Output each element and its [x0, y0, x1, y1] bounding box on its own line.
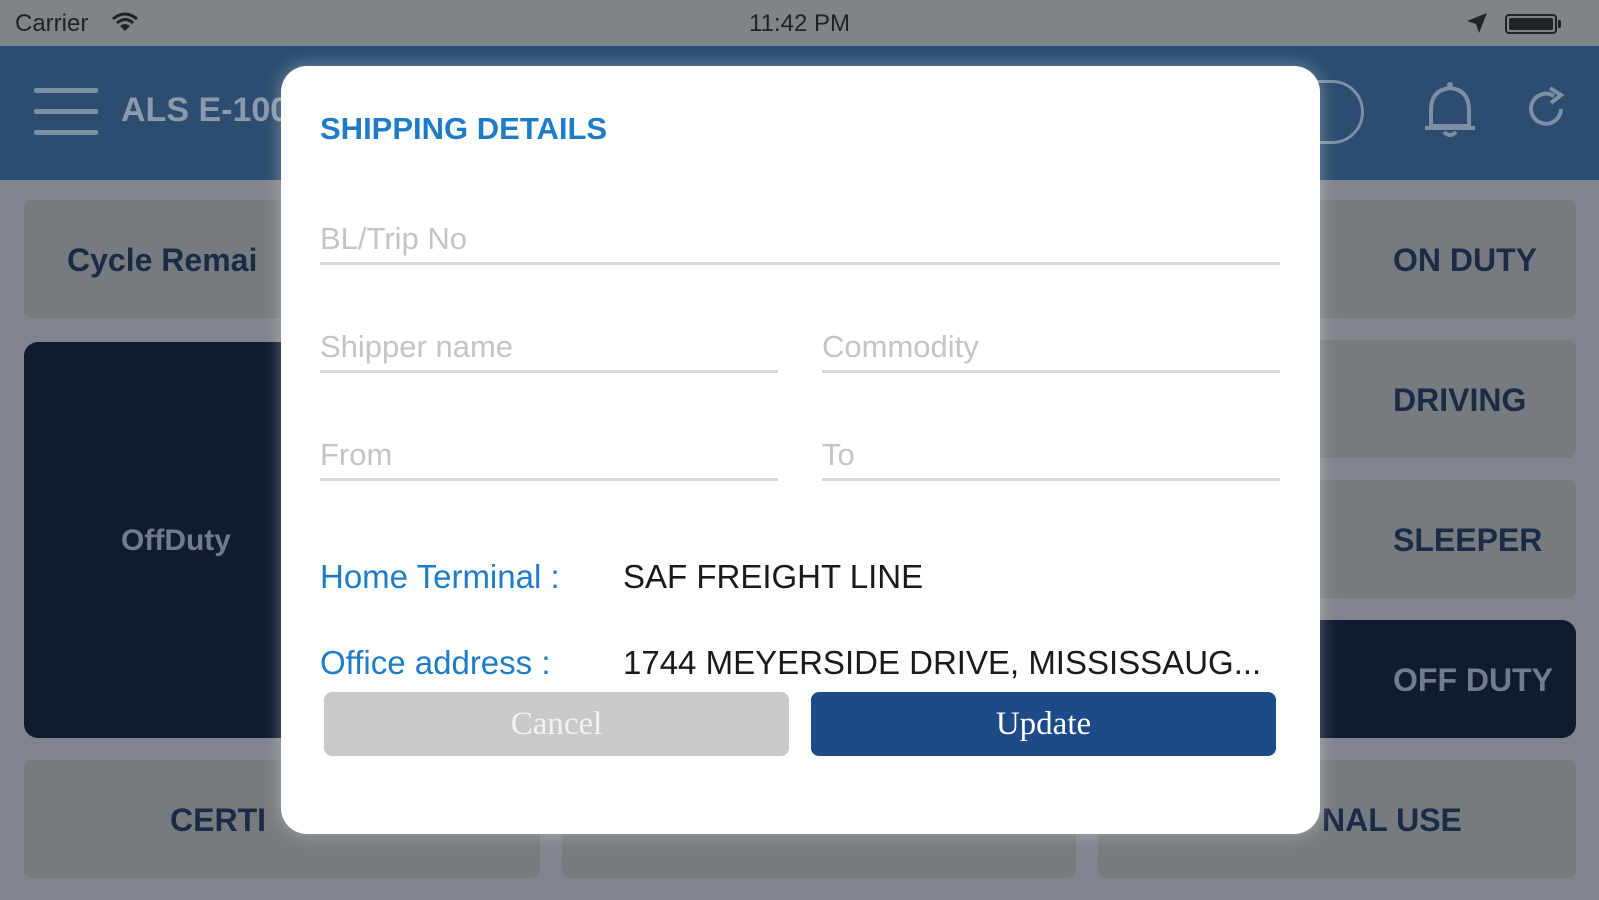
home-terminal-label: Home Terminal : [320, 558, 560, 595]
to-input[interactable] [822, 432, 1280, 478]
battery-tip [1558, 20, 1561, 28]
app-title: ALS E-100 [121, 91, 290, 129]
sleeper-label: SLEEPER [1393, 522, 1543, 558]
bl-trip-input[interactable] [320, 216, 1280, 262]
update-button[interactable]: Update [811, 692, 1276, 756]
status-bar: Carrier 11:42 PM [0, 0, 1599, 46]
commodity-field[interactable] [822, 324, 1280, 373]
refresh-icon[interactable] [1523, 86, 1569, 132]
on-duty-label: ON DUTY [1393, 242, 1537, 278]
shipper-name-field[interactable] [320, 324, 778, 373]
from-field[interactable] [320, 432, 778, 481]
current-status-label: OffDuty [121, 524, 231, 557]
driving-label: DRIVING [1393, 382, 1527, 418]
menu-icon[interactable] [34, 88, 98, 136]
from-input[interactable] [320, 432, 778, 478]
bl-trip-field[interactable] [320, 216, 1280, 265]
bell-icon[interactable] [1423, 80, 1477, 140]
home-terminal-value: SAF FREIGHT LINE [623, 558, 924, 595]
office-address-value: 1744 MEYERSIDE DRIVE, MISSISSAUG... [623, 644, 1262, 681]
shipping-details-dialog: SHIPPING DETAILS Home Terminal : SAF FRE… [281, 66, 1320, 834]
battery-icon [1505, 14, 1557, 34]
personal-use-label: NAL USE [1322, 802, 1462, 838]
certify-label: CERTI [170, 802, 266, 838]
to-field[interactable] [822, 432, 1280, 481]
office-address-label: Office address : [320, 644, 551, 681]
location-arrow-icon [1467, 13, 1487, 33]
commodity-input[interactable] [822, 324, 1280, 370]
clock: 11:42 PM [749, 10, 850, 37]
shipper-name-input[interactable] [320, 324, 778, 370]
cancel-button[interactable]: Cancel [324, 692, 789, 756]
cycle-remaining-label: Cycle Remai [67, 242, 258, 278]
dialog-title: SHIPPING DETAILS [320, 111, 608, 146]
off-duty-label: OFF DUTY [1393, 662, 1553, 698]
